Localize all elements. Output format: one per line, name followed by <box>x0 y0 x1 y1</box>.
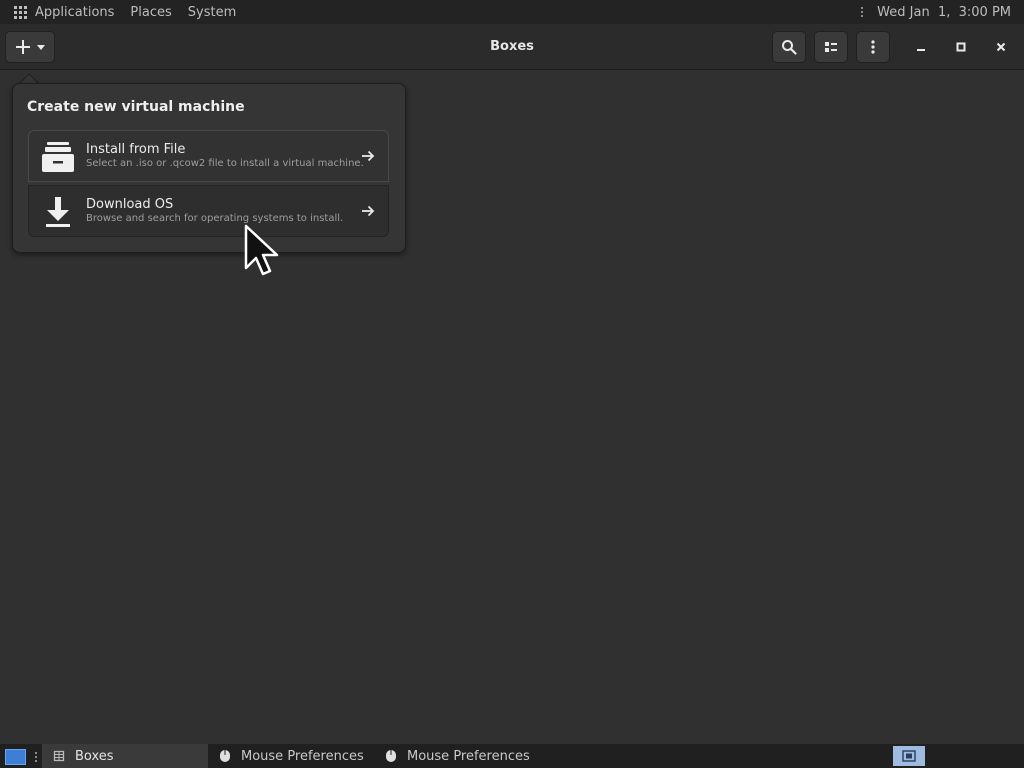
menu-places[interactable]: Places <box>130 5 171 20</box>
search-button[interactable] <box>772 31 806 63</box>
menu-system[interactable]: System <box>188 5 236 20</box>
create-vm-popover: Create new virtual machine Install from … <box>12 83 406 253</box>
apps-grid-icon[interactable] <box>14 5 27 19</box>
mouse-icon <box>384 749 398 763</box>
download-icon <box>46 197 70 227</box>
mouse-cursor-icon <box>244 224 279 276</box>
option-subtitle: Select an .iso or .qcow2 file to install… <box>86 158 364 169</box>
mouse-icon <box>218 749 232 763</box>
maximize-icon <box>956 42 966 52</box>
taskbar-handle-icon <box>35 752 37 762</box>
option-subtitle: Browse and search for operating systems … <box>86 213 344 224</box>
arrow-right-icon <box>362 150 375 162</box>
kebab-menu-icon <box>871 40 875 54</box>
search-icon <box>782 40 797 55</box>
minimize-icon <box>917 49 925 51</box>
clock[interactable]: Wed Jan 1, 3:00 PM <box>877 5 1011 20</box>
close-icon <box>996 42 1006 52</box>
maximize-button[interactable] <box>949 35 973 59</box>
panel-handle-icon <box>861 7 864 17</box>
task-mouse-preferences[interactable]: Mouse Preferences <box>208 744 374 768</box>
list-view-icon <box>825 42 837 52</box>
workspace-icon <box>902 750 916 762</box>
option-title: Install from File <box>86 142 186 157</box>
taskbar: Boxes Mouse Preferences Mouse Preference… <box>0 744 1024 768</box>
task-label: Boxes <box>75 748 114 764</box>
task-label: Mouse Preferences <box>407 748 530 764</box>
menu-applications[interactable]: Applications <box>35 5 114 20</box>
top-panel: Applications Places System Wed Jan 1, 3:… <box>0 0 1024 24</box>
header-bar: Boxes <box>0 24 1024 70</box>
workspace-switcher[interactable] <box>893 746 925 766</box>
task-boxes[interactable]: Boxes <box>42 744 208 768</box>
option-title: Download OS <box>86 197 174 212</box>
show-desktop-button[interactable] <box>5 749 26 765</box>
view-toggle-button[interactable] <box>814 31 848 63</box>
boxes-icon <box>52 749 66 763</box>
arrow-right-icon <box>362 205 375 217</box>
file-cabinet-icon <box>42 142 74 172</box>
task-label: Mouse Preferences <box>241 748 364 764</box>
popover-heading: Create new virtual machine <box>27 99 245 115</box>
close-button[interactable] <box>989 35 1013 59</box>
minimize-button[interactable] <box>909 35 933 59</box>
download-os-option[interactable]: Download OS Browse and search for operat… <box>28 185 389 237</box>
main-menu-button[interactable] <box>856 31 890 63</box>
task-mouse-preferences[interactable]: Mouse Preferences <box>374 744 540 768</box>
install-from-file-option[interactable]: Install from File Select an .iso or .qco… <box>28 130 389 182</box>
